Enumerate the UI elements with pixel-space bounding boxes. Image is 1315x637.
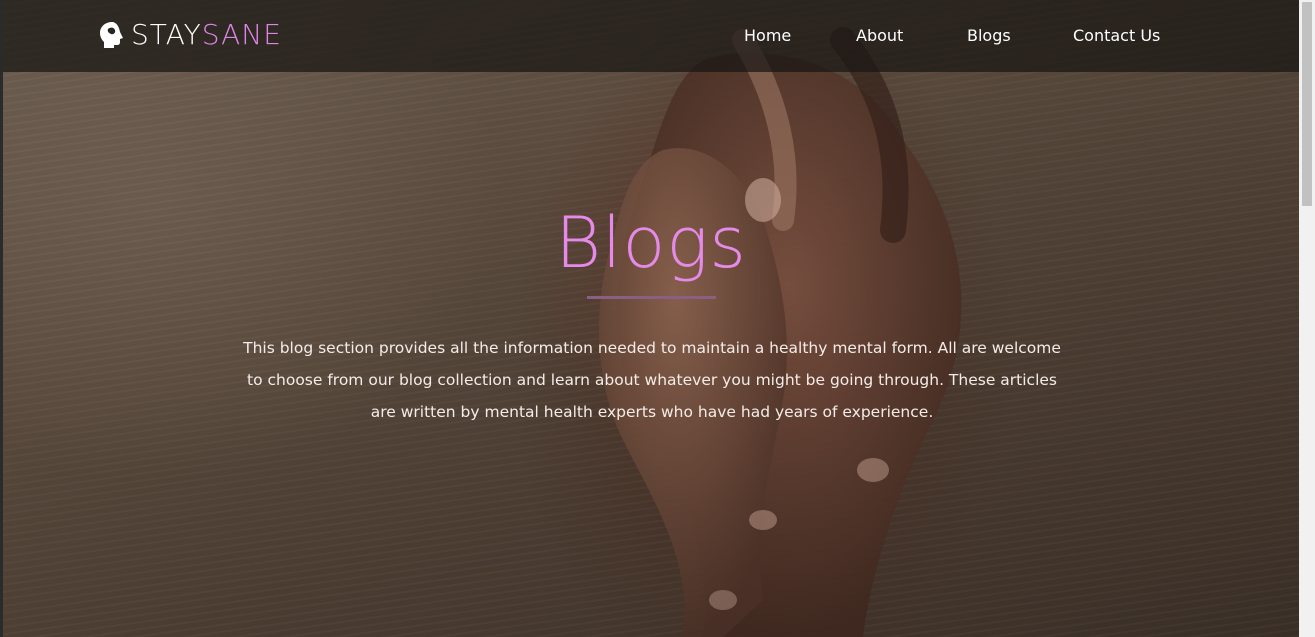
nav-link-blogs[interactable]: Blogs	[967, 24, 1011, 48]
nav-link-about[interactable]: About	[856, 24, 903, 48]
scrollbar-thumb[interactable]	[1302, 2, 1312, 206]
title-underline	[587, 296, 716, 299]
nav-menu: Home About Blogs Contact Us	[3, 24, 1299, 48]
hero-description: This blog section provides all the infor…	[243, 339, 1061, 421]
nav-link-home[interactable]: Home	[744, 24, 791, 48]
hero-section: STAYSANE Home About Blogs Contact Us Blo…	[3, 0, 1299, 637]
page-scrollbar[interactable]	[1299, 0, 1315, 637]
hands-background-image	[599, 27, 962, 637]
page-title: Blogs	[555, 202, 747, 284]
nav-link-contact-us[interactable]: Contact Us	[1073, 24, 1160, 48]
navbar: STAYSANE Home About Blogs Contact Us	[3, 0, 1299, 72]
